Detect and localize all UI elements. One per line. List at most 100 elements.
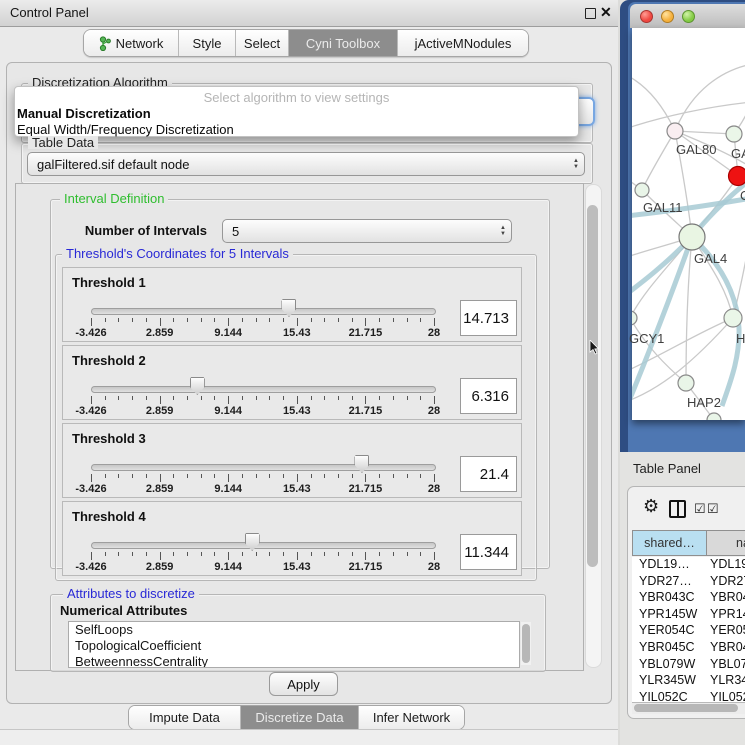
tab-label: Impute Data (149, 710, 220, 725)
slider-tick-label: 2.859 (135, 405, 185, 417)
table-row[interactable]: YPR145WYPR145W (632, 607, 745, 624)
slider-tick-label: 9.144 (203, 405, 253, 417)
slider-tick-label: -3.426 (66, 327, 116, 339)
thresholds-group-title: Threshold's Coordinates for 5 Intervals (62, 247, 293, 260)
slider-tick (242, 318, 243, 322)
attributes-scrollbar-thumb[interactable] (522, 624, 530, 663)
number-of-intervals-select[interactable]: 5 ▲▼ (222, 219, 512, 243)
column-header-name[interactable]: na (706, 530, 745, 556)
slider-tick (338, 474, 339, 478)
network-node[interactable] (724, 309, 742, 327)
slider-tick (105, 474, 106, 478)
column-header-shared-name[interactable]: shared… (632, 530, 707, 556)
algorithm-option-equal-width[interactable]: Equal Width/Frequency Discretization (15, 122, 578, 138)
tab-network[interactable]: Network (84, 30, 179, 56)
network-node[interactable] (678, 375, 694, 391)
slider-tick (214, 396, 215, 400)
slider-tick (297, 474, 298, 482)
network-node[interactable] (635, 183, 649, 197)
slider-tick-label: 21.715 (340, 561, 390, 573)
tab-jactivemnodules[interactable]: jActiveMNodules (398, 30, 528, 56)
attribute-list-item[interactable]: BetweennessCentrality (69, 654, 519, 668)
table-scrollbar-thumb[interactable] (634, 704, 738, 712)
slider-tick (420, 552, 421, 556)
slider-tick-label: 2.859 (135, 327, 185, 339)
threshold-value-field[interactable]: 14.713 (460, 300, 517, 336)
slider-tick (91, 552, 92, 560)
apply-button[interactable]: Apply (269, 672, 338, 696)
table-row[interactable]: YDL19…YDL194W (632, 557, 745, 574)
minimize-traffic-light[interactable] (661, 10, 674, 23)
slider-tick (187, 474, 188, 478)
slider-tick (187, 318, 188, 322)
table-row[interactable]: YER054CYER054C (632, 623, 745, 640)
tab-cyni-toolbox[interactable]: Cyni Toolbox (289, 30, 398, 56)
threshold-value-field[interactable]: 21.4 (460, 456, 517, 492)
slider-tick (118, 552, 119, 556)
table-data-select[interactable]: galFiltered.sif default node ▲▼ (27, 152, 585, 176)
slider-tick (283, 474, 284, 478)
slider-tick (407, 318, 408, 322)
table-row[interactable]: YBR045CYBR045C (632, 640, 745, 657)
threshold-slider-track[interactable] (91, 308, 436, 315)
network-node[interactable] (632, 311, 637, 325)
table-row[interactable]: YLR345WYLR345W (632, 673, 745, 690)
threshold-slider-track[interactable] (91, 542, 436, 549)
network-edge[interactable] (675, 64, 745, 131)
table-data-selected-value: galFiltered.sif default node (28, 157, 568, 172)
network-edge[interactable] (642, 131, 675, 190)
slider-tick (365, 318, 366, 326)
float-window-icon[interactable] (585, 8, 596, 19)
network-edge[interactable] (632, 74, 675, 131)
tab-style[interactable]: Style (179, 30, 236, 56)
threshold-value-field[interactable]: 11.344 (460, 534, 517, 570)
table-row[interactable]: YIL052CYIL052C (632, 690, 745, 702)
network-edge[interactable] (675, 131, 734, 134)
network-node-label: HAP2 (687, 395, 721, 410)
gear-icon[interactable]: ⚙ (643, 496, 659, 517)
attribute-list-item[interactable]: TopologicalCoefficient (69, 638, 519, 654)
slider-tick (242, 474, 243, 478)
tab-infer-network[interactable]: Infer Network (359, 706, 464, 729)
threshold-box: Threshold 4-3.4262.8599.14415.4321.71528… (62, 501, 522, 576)
network-node[interactable] (729, 167, 745, 186)
threshold-label: Threshold 3 (72, 431, 146, 446)
attributes-list-scrollbar[interactable] (521, 622, 531, 665)
slider-tick (379, 396, 380, 400)
number-of-intervals-value: 5 (223, 224, 495, 239)
attribute-list-item[interactable]: SelfLoops (69, 622, 519, 638)
control-panel-window: Control Panel ✕ NetworkStyleSelectCyni T… (0, 0, 618, 745)
combo-spinner-icon: ▲▼ (495, 225, 511, 237)
close-traffic-light[interactable] (640, 10, 653, 23)
tab-select[interactable]: Select (236, 30, 289, 56)
interval-definition-title: Interval Definition (60, 192, 168, 205)
zoom-traffic-light[interactable] (682, 10, 695, 23)
network-node[interactable] (726, 126, 742, 142)
threshold-slider-track[interactable] (91, 386, 436, 393)
checkbox-icon[interactable]: ☑ (694, 501, 706, 517)
threshold-box: Threshold 1-3.4262.8599.14415.4321.71528… (62, 267, 522, 342)
table-cell-name: YBL079W (710, 657, 745, 671)
close-icon[interactable]: ✕ (600, 4, 612, 21)
slider-tick (352, 396, 353, 400)
tab-discretize-data[interactable]: Discretize Data (241, 706, 359, 729)
table-row[interactable]: YDR27…YDR277C (632, 574, 745, 591)
network-canvas[interactable] (632, 28, 745, 420)
table-row[interactable]: YBL079WYBL079W (632, 657, 745, 674)
table-row[interactable]: YBR043CYBR043C (632, 590, 745, 607)
columns-icon[interactable] (669, 500, 686, 518)
slider-tick (352, 474, 353, 478)
slider-tick (91, 474, 92, 482)
network-node[interactable] (679, 224, 705, 250)
checkbox-icon[interactable]: ☑ (707, 501, 719, 517)
numerical-attributes-list[interactable]: SelfLoopsTopologicalCoefficientBetweenne… (68, 621, 520, 668)
algorithm-option-manual[interactable]: Manual Discretization (15, 106, 578, 122)
network-graph (632, 28, 745, 420)
slider-tick (132, 474, 133, 478)
slider-tick-label: 15.43 (272, 405, 322, 417)
panel-scrollbar-thumb[interactable] (587, 205, 598, 567)
tab-impute-data[interactable]: Impute Data (129, 706, 241, 729)
threshold-slider-track[interactable] (91, 464, 436, 471)
threshold-value-field[interactable]: 6.316 (460, 378, 517, 414)
network-node[interactable] (667, 123, 683, 139)
